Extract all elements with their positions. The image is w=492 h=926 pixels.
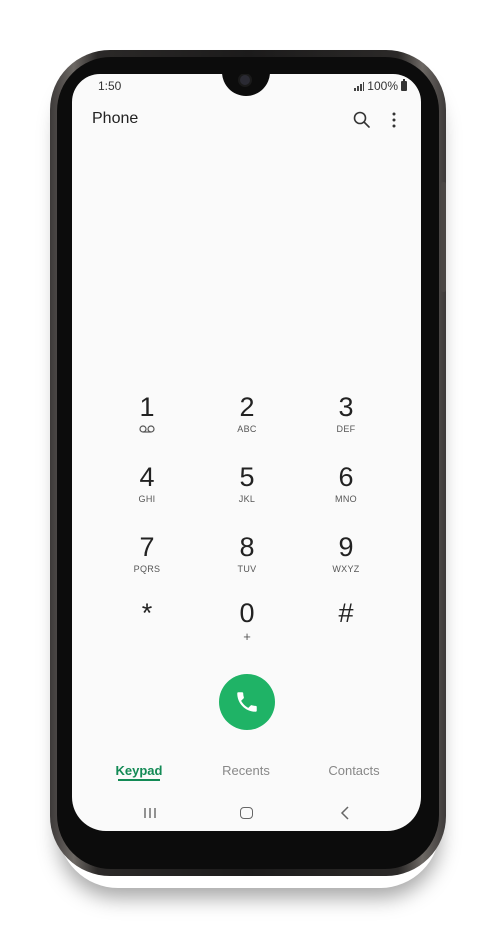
bottom-tabs: Keypad Recents Contacts	[72, 763, 421, 787]
navigation-bar	[72, 802, 421, 826]
tab-keypad[interactable]: Keypad	[116, 763, 163, 778]
call-button[interactable]	[219, 674, 275, 730]
more-options-icon[interactable]	[388, 110, 400, 130]
key-digit: #	[338, 598, 354, 628]
key-digit: *	[141, 598, 153, 628]
recent-apps-icon[interactable]	[143, 807, 157, 819]
status-right: 100%	[354, 79, 407, 93]
key-star[interactable]: *	[97, 598, 197, 658]
key-hash[interactable]: #	[296, 598, 396, 658]
back-icon[interactable]	[340, 806, 350, 820]
key-4[interactable]: 4 GHI	[97, 462, 197, 522]
phone-icon	[237, 692, 257, 712]
search-icon[interactable]	[352, 110, 372, 130]
phone-screen: 1:50 100% Phone 1 2 ABC 3 DEF 4 GHI 5 JK…	[72, 74, 421, 831]
key-3[interactable]: 3 DEF	[296, 392, 396, 452]
key-digit: 1	[139, 392, 155, 422]
key-2[interactable]: 2 ABC	[197, 392, 297, 452]
key-5[interactable]: 5 JKL	[197, 462, 297, 522]
key-letters: DEF	[336, 424, 356, 434]
key-digit: 8	[239, 532, 255, 562]
active-tab-indicator	[118, 779, 160, 781]
side-button	[441, 182, 446, 292]
key-1[interactable]: 1	[97, 392, 197, 452]
battery-percent: 100%	[367, 79, 398, 93]
battery-icon	[401, 79, 407, 91]
app-title: Phone	[92, 110, 139, 127]
key-letters: WXYZ	[332, 564, 360, 574]
key-letters: ABC	[237, 424, 257, 434]
key-8[interactable]: 8 TUV	[197, 532, 297, 592]
key-7[interactable]: 7 PQRS	[97, 532, 197, 592]
key-letters: JKL	[238, 494, 256, 504]
home-icon[interactable]	[240, 807, 253, 819]
key-9[interactable]: 9 WXYZ	[296, 532, 396, 592]
signal-icon	[354, 81, 365, 91]
key-letters: +	[243, 629, 251, 644]
key-digit: 5	[239, 462, 255, 492]
key-letters: GHI	[138, 494, 156, 504]
key-digit: 4	[139, 462, 155, 492]
status-time: 1:50	[98, 79, 122, 93]
key-digit: 7	[139, 532, 155, 562]
voicemail-icon	[139, 425, 155, 433]
key-letters: PQRS	[133, 564, 161, 574]
tab-recents[interactable]: Recents	[222, 763, 270, 778]
key-0[interactable]: 0 +	[197, 598, 297, 658]
tab-contacts[interactable]: Contacts	[328, 763, 379, 778]
key-digit: 2	[239, 392, 255, 422]
key-letters: TUV	[237, 564, 257, 574]
key-digit: 9	[338, 532, 354, 562]
key-letters: MNO	[335, 494, 357, 504]
key-digit: 0	[239, 598, 255, 628]
key-digit: 6	[338, 462, 354, 492]
key-digit: 3	[338, 392, 354, 422]
key-6[interactable]: 6 MNO	[296, 462, 396, 522]
